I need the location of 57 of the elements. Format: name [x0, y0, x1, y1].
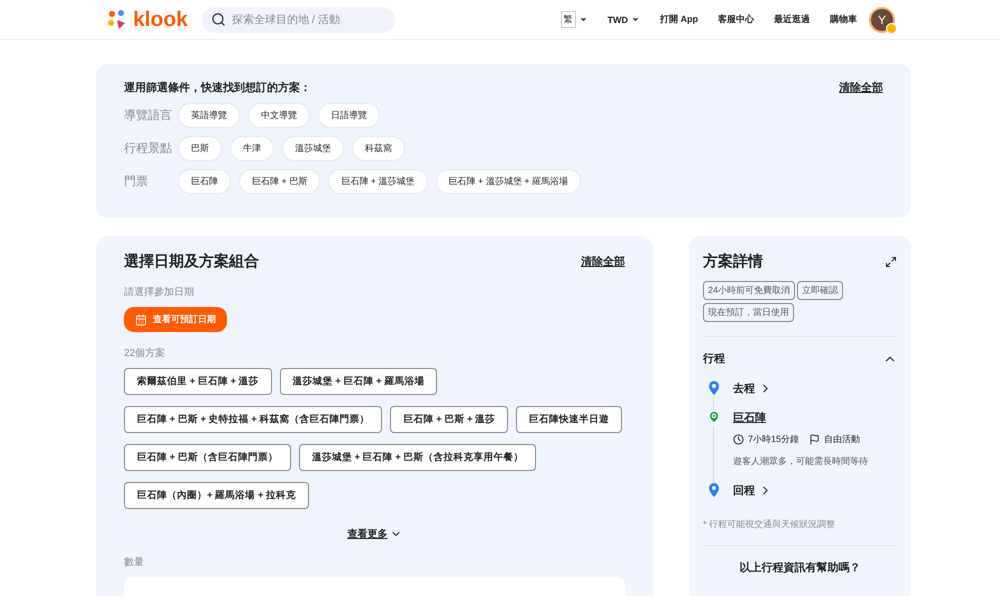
clear-all-link[interactable]: 清除全部: [581, 254, 625, 269]
itinerary-title: 行程: [703, 352, 725, 366]
filter-label: 行程景點: [124, 140, 173, 157]
filter-chip[interactable]: 巨石陣 + 巴斯: [239, 169, 320, 194]
calendar-icon: [135, 314, 147, 326]
duration-text: 7小時15分鐘: [748, 433, 800, 446]
activity-text: 自由活動: [824, 433, 860, 446]
date-label: 請選擇參加日期: [124, 286, 195, 299]
package-option[interactable]: 溫莎城堡 + 巨石陣 + 羅馬浴場: [280, 368, 438, 395]
package-count: 22個方案: [124, 346, 166, 360]
caret-icon: [631, 15, 640, 24]
filter-label: 導覽語言: [124, 107, 173, 124]
filter-title: 運用篩選條件，快速找到想訂的方案：: [124, 80, 311, 95]
flag-icon: [809, 434, 820, 445]
package-option[interactable]: 溫莎城堡 + 巨石陣 + 巴斯（含拉科克享用午餐）: [298, 444, 536, 471]
feature-tag: 24小時前可免費取消: [703, 281, 796, 300]
nav-link[interactable]: 購物車: [830, 13, 857, 26]
expand-icon[interactable]: [885, 256, 897, 268]
itinerary-step[interactable]: 去程: [733, 380, 772, 396]
package-option[interactable]: 巨石陣快速半日遊: [516, 406, 622, 433]
filter-chip[interactable]: 巨石陣: [178, 169, 231, 194]
feedback-question: 以上行程資訊有幫助嗎？: [738, 560, 862, 575]
section-title: 選擇日期及方案組合: [124, 252, 259, 271]
package-option[interactable]: 巨石陣（內圈）+ 羅馬浴場 + 拉科克: [124, 482, 310, 509]
itinerary-footnote: * 行程可能視交通與天候狀況調整: [703, 518, 836, 531]
section-title: 方案詳情: [703, 252, 763, 271]
itinerary-step[interactable]: 回程: [733, 482, 772, 498]
filter-chip[interactable]: 巨石陣 + 溫莎城堡 + 羅馬浴場: [436, 169, 582, 194]
feature-tag: 立即確認: [797, 281, 844, 300]
nav-link[interactable]: 打開 App: [660, 13, 698, 26]
avatar[interactable]: Y: [869, 6, 895, 32]
currency-menu[interactable]: TWD: [608, 14, 640, 24]
package-option[interactable]: 巨石陣 + 巴斯 + 溫莎: [390, 406, 508, 433]
nav-link[interactable]: 客服中心: [718, 13, 754, 26]
nav-link[interactable]: 最近逛過: [774, 13, 810, 26]
package-option[interactable]: 巨石陣 + 巴斯（含巨石陣門票）: [124, 444, 291, 471]
quantity-label: 數量: [124, 556, 145, 569]
package-option[interactable]: 巨石陣 + 巴斯 + 史特拉福 + 科茲窩（含巨石陣門票）: [124, 406, 382, 433]
caret-icon: [578, 15, 588, 24]
attraction-pin-icon: [707, 410, 721, 424]
package-option[interactable]: 索爾茲伯里 + 巨石陣 + 溫莎: [124, 368, 272, 395]
see-more-link[interactable]: 查看更多: [348, 527, 402, 541]
filter-chip[interactable]: 溫莎城堡: [282, 136, 344, 161]
filter-chip[interactable]: 巨石陣 + 溫莎城堡: [328, 169, 428, 194]
filter-chip[interactable]: 日語導覽: [318, 103, 380, 128]
filter-chip[interactable]: 英語導覽: [178, 103, 240, 128]
filter-label: 門票: [124, 173, 149, 190]
search-icon: [210, 12, 226, 27]
attraction-link[interactable]: 巨石陣: [733, 410, 868, 425]
filter-chip[interactable]: 巴斯: [178, 136, 222, 161]
attraction-note: 遊客人潮眾多，可能需長時間等待: [733, 455, 868, 468]
clock-icon: [733, 434, 744, 445]
filter-chip[interactable]: 中文導覽: [248, 103, 310, 128]
feature-tag: 現在預訂，當日使用: [703, 303, 794, 322]
clear-all-link[interactable]: 清除全部: [839, 80, 883, 95]
filter-chip[interactable]: 牛津: [230, 136, 274, 161]
filter-chip[interactable]: 科茲窩: [352, 136, 405, 161]
